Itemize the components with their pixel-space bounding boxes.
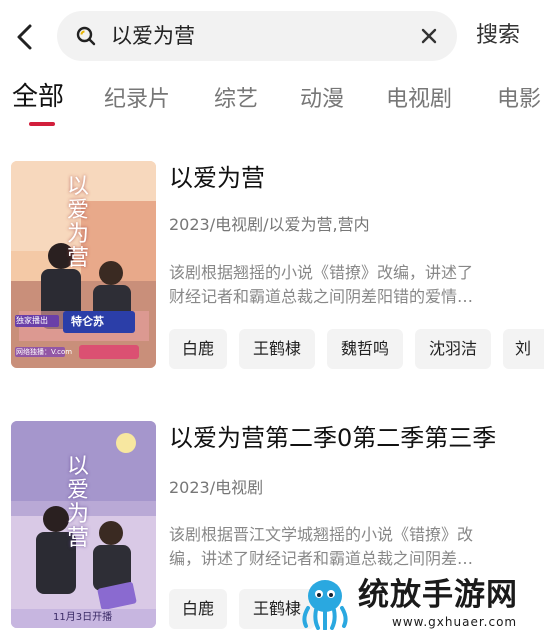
cast-list: 白鹿 王鹤棣 魏哲鸣 沈羽洁 刘 <box>169 329 544 369</box>
result-description: 该剧根据晋江文学城翘摇的小说《错撩》改 编，讲述了财经记者和霸道总裁之间阴差… <box>169 525 474 568</box>
poster-badge-platform: 网络独播：V.com <box>16 348 73 356</box>
poster-image[interactable]: 以爱为营 独家播出 特仑苏 网络独播：V.com <box>11 161 156 368</box>
poster-title-art: 以爱为营 <box>67 174 90 271</box>
tab-documentary[interactable]: 纪录片 <box>104 84 170 116</box>
poster-badge-exclusive: 独家播出 <box>16 316 48 325</box>
top-bar: 以爱为营 搜索 <box>0 0 544 72</box>
search-box[interactable]: 以爱为营 <box>57 11 457 61</box>
cast-chip[interactable]: 魏哲鸣 <box>327 329 403 369</box>
octopus-logo-icon <box>302 580 348 630</box>
tab-anime[interactable]: 动漫 <box>300 84 344 116</box>
site-watermark: 统放手游网 www.gxhuaer.com <box>296 572 544 633</box>
result-meta: 2023/电视剧 <box>169 478 264 497</box>
watermark-brand: 统放手游网 <box>358 577 518 613</box>
poster-title-art: 以爱为营 <box>67 454 90 551</box>
search-button[interactable]: 搜索 <box>476 20 520 52</box>
back-arrow-icon[interactable] <box>12 22 38 52</box>
cast-chip[interactable]: 白鹿 <box>169 589 227 629</box>
result-meta: 2023/电视剧/以爱为营,营内 <box>169 215 370 234</box>
result-description: 该剧根据翘摇的小说《错撩》改编，讲述了 财经记者和霸道总裁之间阴差阳错的爱情… <box>169 263 474 306</box>
poster-image[interactable]: 以爱为营 11月3日开播 <box>11 421 156 628</box>
cast-chip[interactable]: 王鹤棣 <box>239 329 315 369</box>
tab-movie[interactable]: 电影 <box>497 84 541 116</box>
tab-variety[interactable]: 综艺 <box>214 84 258 116</box>
result-title[interactable]: 以爱为营 <box>169 161 265 195</box>
category-tabs: 全部 纪录片 综艺 动漫 电视剧 电影 <box>0 80 544 128</box>
watermark-url: www.gxhuaer.com <box>392 615 518 629</box>
cast-chip[interactable]: 沈羽洁 <box>415 329 491 369</box>
active-tab-indicator <box>29 122 55 126</box>
tab-all[interactable]: 全部 <box>12 81 64 113</box>
poster-badge-sponsor: 特仑苏 <box>71 315 104 328</box>
cast-chip[interactable]: 白鹿 <box>169 329 227 369</box>
clear-icon[interactable] <box>419 26 439 46</box>
search-input[interactable]: 以爱为营 <box>111 21 195 51</box>
result-item[interactable]: 以爱为营 独家播出 特仑苏 网络独播：V.com 以爱为营 2023/电视剧/以… <box>0 161 544 371</box>
result-title[interactable]: 以爱为营第二季0第二季第三季 <box>169 421 496 455</box>
cast-chip[interactable]: 刘 <box>503 329 544 369</box>
search-icon <box>76 26 96 46</box>
tab-tv-series[interactable]: 电视剧 <box>386 84 452 116</box>
poster-date: 11月3日开播 <box>53 612 113 623</box>
